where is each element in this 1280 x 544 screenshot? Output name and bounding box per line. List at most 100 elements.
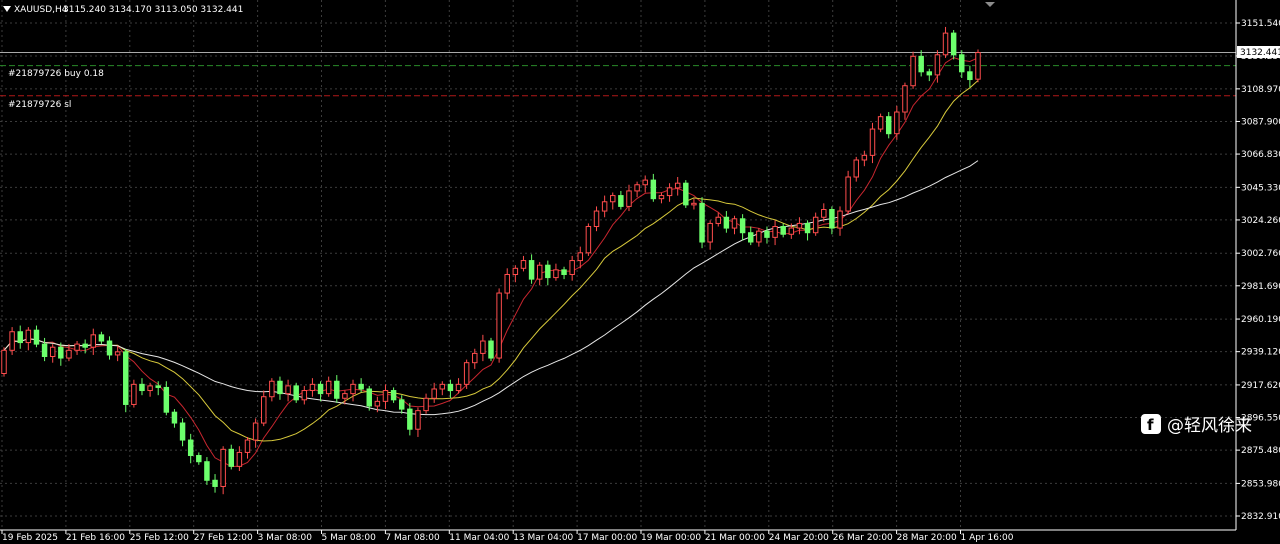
y-tick-label: 2832.910 — [1241, 512, 1280, 522]
candle-body — [204, 461, 210, 481]
candle-body — [163, 386, 170, 413]
candle-body — [577, 252, 584, 262]
candle-body — [220, 448, 226, 487]
candle-body — [764, 230, 770, 238]
candle-body — [228, 448, 234, 467]
candle-body — [155, 385, 161, 388]
candle-body — [447, 383, 454, 392]
candle-body — [472, 352, 478, 364]
y-tick-label: 3108.970 — [1241, 85, 1280, 95]
watermark-text: @轻风徐来 — [1167, 416, 1252, 436]
candle-body — [463, 362, 470, 385]
candle-body — [131, 383, 137, 405]
y-tick-label: 2981.690 — [1241, 282, 1280, 292]
candle-body — [147, 385, 153, 392]
candle-body — [707, 222, 713, 243]
price-chart[interactable]: 3151.5403130.2503108.9703087.9003066.830… — [0, 0, 1280, 544]
candle-body — [634, 184, 640, 192]
x-tick-label: 5 Mar 08:00 — [322, 533, 377, 543]
candle-body — [488, 340, 494, 359]
candle-body — [715, 216, 721, 224]
x-tick-label: 26 Mar 20:00 — [833, 533, 893, 543]
x-tick-label: 13 Mar 04:00 — [513, 533, 573, 543]
candle-body — [342, 393, 348, 399]
x-tick-label: 1 Apr 16:00 — [961, 533, 1014, 543]
candle-body — [885, 116, 892, 135]
candle-body — [196, 455, 202, 463]
candle-body — [853, 159, 859, 178]
y-tick-label: 2960.190 — [1241, 315, 1280, 325]
candle-body — [869, 128, 876, 156]
y-tick-label: 3151.540 — [1241, 19, 1280, 29]
candle-body — [812, 216, 819, 234]
y-tick-label: 2875.480 — [1241, 446, 1280, 456]
candle-body — [959, 54, 965, 73]
buy-order-label: #21879726 buy 0.18 — [8, 69, 104, 79]
candle-body — [618, 195, 624, 207]
candle-body — [439, 383, 446, 390]
sl-order-label: #21879726 sl — [8, 100, 71, 110]
candle-body — [837, 210, 843, 229]
candle-body — [350, 383, 356, 395]
candle-body — [829, 209, 835, 229]
candle-body — [674, 182, 681, 189]
candle-body — [390, 390, 397, 401]
current-price-label: 3132.441 — [1240, 48, 1280, 58]
candle-body — [98, 334, 105, 342]
candle-body — [179, 422, 186, 441]
candle-body — [171, 411, 178, 424]
y-tick-label: 3066.830 — [1241, 150, 1280, 160]
candle-body — [301, 390, 308, 401]
candle-body — [415, 410, 421, 430]
candle-body — [66, 349, 72, 359]
x-tick-label: 24 Mar 20:00 — [769, 533, 829, 543]
y-tick-label: 2917.620 — [1241, 381, 1280, 391]
candle-body — [861, 154, 868, 161]
candle-body — [187, 439, 194, 457]
y-tick-label: 3045.330 — [1241, 183, 1280, 193]
candle-body — [699, 202, 705, 243]
candle-body — [585, 226, 592, 254]
candle-body — [910, 55, 916, 87]
x-tick-label: 7 Mar 08:00 — [385, 533, 440, 543]
candle-body — [683, 182, 689, 206]
candle-body — [821, 209, 827, 218]
candle-body — [545, 264, 551, 279]
candle-body — [325, 380, 332, 395]
candle-body — [317, 383, 324, 395]
candle-body — [309, 383, 316, 392]
y-tick-label: 2939.120 — [1241, 348, 1280, 358]
candle-body — [374, 400, 381, 407]
y-tick-label: 3002.760 — [1241, 249, 1280, 259]
candle-body — [41, 343, 48, 357]
candle-body — [626, 190, 632, 207]
x-tick-label: 3 Mar 08:00 — [258, 533, 313, 543]
candle-body — [17, 331, 23, 344]
candle-body — [455, 383, 462, 392]
ohlc-values: 3115.240 3134.170 3113.050 3132.441 — [63, 5, 243, 15]
candle-body — [212, 479, 218, 487]
candle-body — [894, 111, 900, 135]
candle-body — [845, 176, 851, 212]
candle-body — [918, 55, 924, 73]
candle-body — [569, 260, 575, 275]
candle-body — [334, 380, 340, 399]
symbol-label: XAUUSD,H4 — [14, 5, 68, 15]
x-tick-label: 21 Mar 00:00 — [705, 533, 765, 543]
candle-body — [731, 218, 738, 229]
candle-body — [926, 71, 933, 76]
facebook-glyph: f — [1147, 416, 1154, 434]
candle-body — [366, 388, 372, 407]
candle-body — [49, 346, 56, 357]
candle-body — [358, 383, 364, 390]
candle-body — [975, 52, 981, 80]
candle-body — [398, 399, 405, 410]
candle-body — [82, 343, 88, 348]
chart-background — [0, 0, 1280, 544]
candle-body — [25, 329, 32, 344]
candle-body — [666, 187, 673, 197]
x-tick-label: 19 Feb 2025 — [2, 533, 58, 543]
x-tick-label: 25 Feb 12:00 — [130, 533, 189, 543]
candle-body — [561, 269, 567, 275]
y-tick-label: 2853.980 — [1241, 479, 1280, 489]
